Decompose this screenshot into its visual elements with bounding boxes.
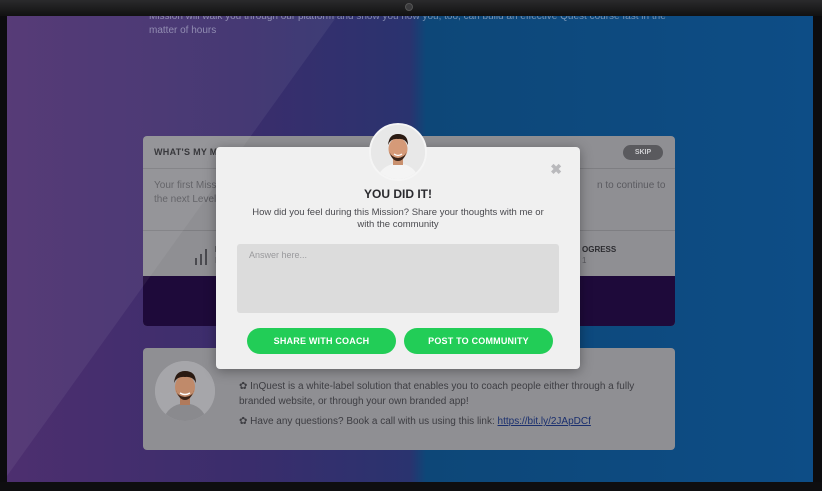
bar-chart-icon xyxy=(195,249,207,265)
coach-portrait-icon xyxy=(155,361,215,421)
coach-avatar xyxy=(155,361,215,421)
mission-complete-modal: ✖ YOU DID IT! How did you feel during th… xyxy=(216,123,580,369)
top-bezel xyxy=(0,0,822,16)
share-with-coach-button[interactable]: SHARE WITH COACH xyxy=(247,328,396,354)
modal-avatar xyxy=(369,123,427,181)
booking-link[interactable]: https://bit.ly/2JApDCf xyxy=(498,416,591,427)
mission-text-c: n to continue to xyxy=(597,180,666,191)
modal-description: How did you feel during this Mission? Sh… xyxy=(252,207,544,230)
close-icon[interactable]: ✖ xyxy=(550,161,562,178)
coach-questions-text: ✿ Have any questions? Book a call with u… xyxy=(239,416,498,427)
post-to-community-button[interactable]: POST TO COMMUNITY xyxy=(404,328,553,354)
stat-progress-value: 1 xyxy=(582,256,587,265)
camera-icon xyxy=(405,3,413,11)
answer-input[interactable] xyxy=(237,244,559,313)
coach-questions: ✿ Have any questions? Book a call with u… xyxy=(239,416,659,427)
stat-progress-label: OGRESS xyxy=(582,245,617,254)
coach-description: ✿ InQuest is a white-label solution that… xyxy=(239,381,635,407)
modal-title: YOU DID IT! xyxy=(364,187,432,201)
bottom-bezel xyxy=(0,482,822,491)
coach-portrait-icon xyxy=(371,125,425,179)
skip-button[interactable]: SKIP xyxy=(623,145,663,160)
